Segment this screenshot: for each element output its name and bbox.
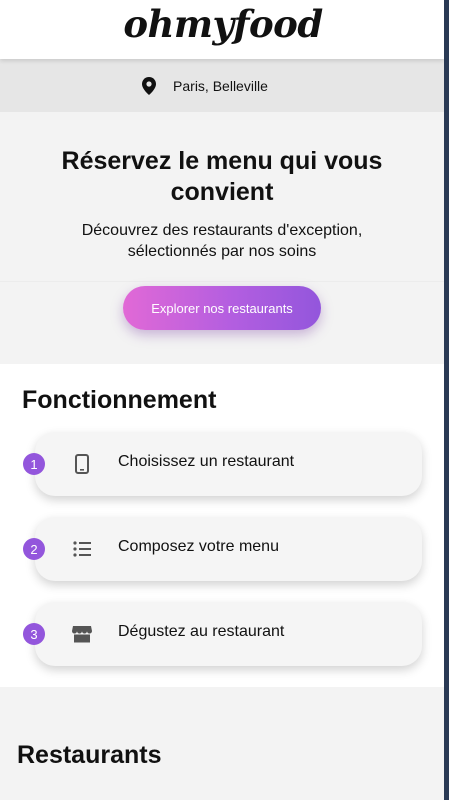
phone-icon bbox=[75, 454, 89, 474]
hero-subtitle: Découvrez des restaurants d'exception, s… bbox=[81, 222, 363, 260]
section-title: Restaurants bbox=[17, 741, 162, 769]
hero-title: Réservez le menu qui vous convient bbox=[61, 147, 383, 206]
step-label: Composez votre menu bbox=[118, 538, 279, 555]
step-card-2[interactable]: 2 Composez votre menu bbox=[23, 517, 422, 581]
step-label: Choisissez un restaurant bbox=[118, 453, 295, 470]
step-card-1[interactable]: 1 Choisissez un restaurant bbox=[23, 432, 422, 496]
hero-section: Réservez le menu qui vous convient Décou… bbox=[0, 112, 444, 364]
section-title: Fonctionnement bbox=[22, 386, 217, 414]
step-number-badge: 1 bbox=[23, 453, 45, 475]
header: ohmyfood bbox=[0, 0, 444, 59]
restaurants-section: Restaurants bbox=[0, 687, 444, 800]
step-number-badge: 2 bbox=[23, 538, 45, 560]
location-text: Paris, Belleville bbox=[173, 77, 268, 94]
location-bar: Paris, Belleville bbox=[0, 59, 444, 112]
step-label: Dégustez au restaurant bbox=[118, 623, 285, 640]
page: ohmyfood Paris, Belleville Réservez le m… bbox=[0, 0, 444, 800]
logo[interactable]: ohmyfood bbox=[123, 2, 323, 46]
store-icon bbox=[72, 626, 92, 643]
how-it-works-section: Fonctionnement 1 Choisissez un restauran… bbox=[0, 364, 444, 687]
step-number-badge: 3 bbox=[23, 623, 45, 645]
divider bbox=[0, 281, 444, 282]
map-pin-icon bbox=[142, 76, 157, 95]
step-card-3[interactable]: 3 Dégustez au restaurant bbox=[23, 602, 422, 666]
explore-restaurants-button[interactable]: Explorer nos restaurants bbox=[123, 286, 321, 330]
list-icon bbox=[73, 541, 91, 557]
